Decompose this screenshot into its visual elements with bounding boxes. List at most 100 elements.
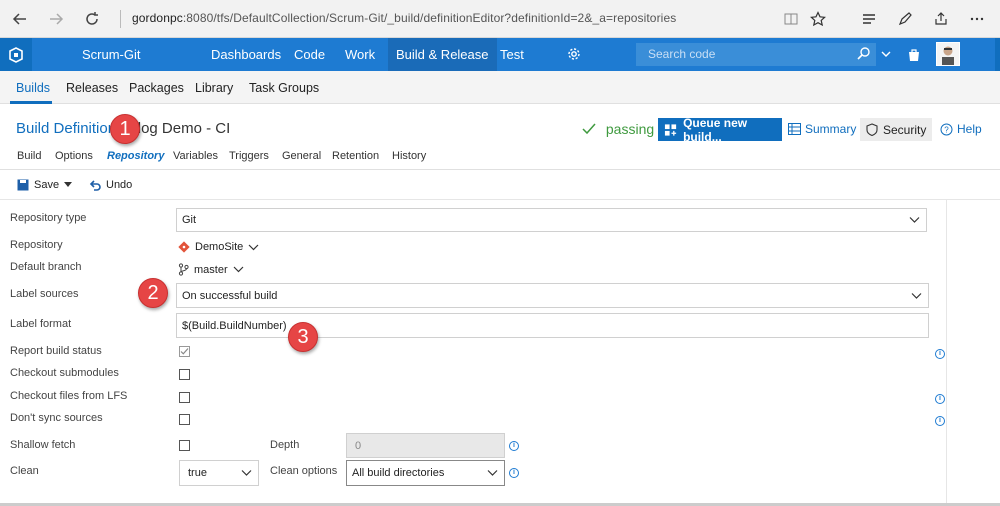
security-button[interactable]: Security xyxy=(860,118,932,141)
label-sources-select[interactable]: On successful build xyxy=(176,283,929,308)
search-scope-chevron-icon[interactable] xyxy=(880,48,892,63)
save-label: Save xyxy=(34,179,60,191)
back-icon[interactable] xyxy=(8,7,32,31)
summary-link[interactable]: Summary xyxy=(788,122,856,136)
repository-picker[interactable]: DemoSite xyxy=(178,241,259,253)
search-placeholder: Search code xyxy=(648,47,716,61)
hub-library[interactable]: Library xyxy=(195,81,233,95)
refresh-icon[interactable] xyxy=(80,7,104,31)
definition-name: Blog Demo - CI xyxy=(127,120,231,137)
queue-new-build-button[interactable]: Queue new build... xyxy=(658,115,782,144)
info-icon[interactable]: i xyxy=(509,441,519,451)
hub-releases[interactable]: Releases xyxy=(66,81,118,95)
default-branch-label: Default branch xyxy=(10,261,82,273)
nav-dashboards[interactable]: Dashboards xyxy=(203,38,289,71)
label-format-value: $(Build.BuildNumber) xyxy=(182,319,287,332)
undo-button[interactable]: Undo xyxy=(89,179,132,191)
gear-icon[interactable] xyxy=(566,46,582,65)
tab-variables[interactable]: Variables xyxy=(173,150,218,162)
tab-build[interactable]: Build xyxy=(17,150,41,162)
depth-input[interactable]: 0 xyxy=(346,433,505,458)
chevron-down-icon xyxy=(487,470,498,476)
help-icon: ? xyxy=(940,123,953,135)
nav-build-release[interactable]: Build & Release xyxy=(388,38,497,71)
clean-value: true xyxy=(188,467,207,479)
checkout-lfs-checkbox[interactable] xyxy=(179,392,190,403)
clean-select[interactable]: true xyxy=(179,460,259,486)
svg-text:?: ? xyxy=(944,125,949,134)
info-icon[interactable]: i xyxy=(935,416,945,426)
checkout-submodules-label: Checkout submodules xyxy=(10,367,119,379)
queue-new-build-label: Queue new build... xyxy=(683,115,748,144)
nav-code[interactable]: Code xyxy=(286,38,333,71)
save-disk-icon xyxy=(17,179,29,191)
hub-packages[interactable]: Packages xyxy=(129,81,184,95)
breadcrumb-build-definitions[interactable]: Build Definitions xyxy=(16,120,124,137)
project-name[interactable]: Scrum-Git xyxy=(82,47,141,62)
browser-toolbar: gordonpc:8080/tfs/DefaultCollection/Scru… xyxy=(0,0,1000,38)
report-build-status-checkbox[interactable] xyxy=(179,346,190,357)
checkout-lfs-label: Checkout files from LFS xyxy=(10,390,128,402)
hub-task-groups[interactable]: Task Groups xyxy=(249,81,319,95)
clean-options-label: Clean options xyxy=(270,465,338,477)
form-right-divider xyxy=(946,200,947,506)
tab-triggers[interactable]: Triggers xyxy=(229,150,269,162)
more-icon[interactable] xyxy=(965,7,989,31)
reading-view-icon[interactable] xyxy=(779,7,803,31)
info-icon[interactable]: i xyxy=(509,468,519,478)
status-label: passing xyxy=(605,121,655,137)
depth-label: Depth xyxy=(270,439,300,451)
shallow-fetch-checkbox[interactable] xyxy=(179,440,190,451)
vsts-logo-icon[interactable] xyxy=(0,38,32,71)
default-branch-picker[interactable]: master xyxy=(178,263,244,276)
save-button[interactable]: Save xyxy=(17,179,73,191)
info-icon[interactable]: i xyxy=(935,394,945,404)
tabs-divider xyxy=(0,169,1000,170)
share-icon[interactable] xyxy=(929,7,953,31)
tab-general[interactable]: General xyxy=(282,150,321,162)
checkout-submodules-checkbox[interactable] xyxy=(179,369,190,380)
branch-icon xyxy=(178,263,189,276)
callout-badge-1: 1 xyxy=(110,114,140,144)
repository-type-value: Git xyxy=(182,214,197,226)
label-sources-value: On successful build xyxy=(182,289,278,302)
tab-retention[interactable]: Retention xyxy=(332,150,379,162)
user-avatar[interactable] xyxy=(936,42,960,66)
dont-sync-sources-checkbox[interactable] xyxy=(179,414,190,425)
git-repo-icon xyxy=(178,241,190,253)
label-format-label: Label format xyxy=(10,318,72,330)
callout-badge-3: 3 xyxy=(288,322,318,352)
chevron-down-icon xyxy=(241,470,252,476)
queue-build-icon xyxy=(664,123,677,136)
tab-repository[interactable]: Repository xyxy=(107,150,164,162)
info-icon[interactable]: i xyxy=(935,349,945,359)
nav-work[interactable]: Work xyxy=(337,38,383,71)
check-icon xyxy=(582,123,596,135)
callout-badge-2: 2 xyxy=(138,278,168,308)
chevron-down-icon xyxy=(233,266,244,273)
depth-value: 0 xyxy=(355,439,362,452)
tab-options[interactable]: Options xyxy=(55,150,93,162)
url-host: gordonpc xyxy=(132,11,183,25)
search-icon[interactable] xyxy=(856,46,872,65)
favorite-star-icon[interactable] xyxy=(806,7,830,31)
clean-options-select[interactable]: All build directories xyxy=(346,460,505,486)
nav-test[interactable]: Test xyxy=(492,38,532,71)
tab-history[interactable]: History xyxy=(392,150,426,162)
build-status: passing xyxy=(582,121,654,137)
save-dropdown-icon[interactable] xyxy=(64,182,73,188)
checkmark-icon xyxy=(180,348,189,355)
shield-icon xyxy=(866,123,878,136)
forward-icon[interactable] xyxy=(44,7,68,31)
pen-icon[interactable] xyxy=(893,7,917,31)
undo-icon xyxy=(89,180,101,191)
help-link[interactable]: ? Help xyxy=(940,122,982,136)
hub-builds[interactable]: Builds xyxy=(16,81,50,95)
chevron-down-icon xyxy=(911,292,922,299)
address-bar[interactable]: gordonpc:8080/tfs/DefaultCollection/Scru… xyxy=(132,11,676,25)
repository-type-select[interactable]: Git xyxy=(176,208,927,232)
label-sources-label: Label sources xyxy=(10,288,79,300)
search-box[interactable]: Search code xyxy=(636,43,876,66)
marketplace-bag-icon[interactable] xyxy=(906,47,922,66)
hub-icon[interactable] xyxy=(857,7,881,31)
